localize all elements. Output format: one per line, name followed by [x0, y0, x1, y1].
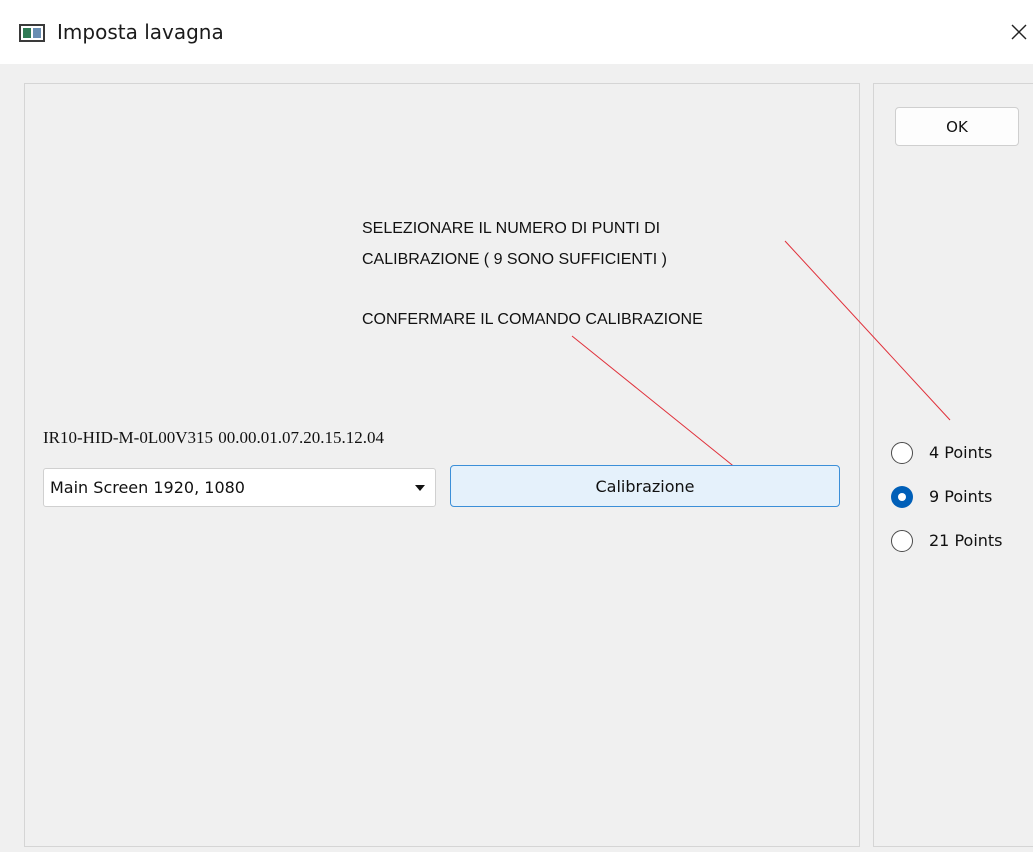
title-bar: Imposta lavagna: [0, 0, 1033, 64]
calibrate-button[interactable]: Calibrazione: [450, 465, 840, 507]
radio-off-icon: [891, 530, 913, 552]
close-button[interactable]: [1004, 14, 1033, 50]
screen-select-dropdown[interactable]: Main Screen 1920, 1080: [43, 468, 436, 507]
radio-label-9-points: 9 Points: [929, 487, 993, 506]
radio-label-4-points: 4 Points: [929, 443, 993, 462]
close-icon: [1011, 24, 1027, 40]
options-panel: [873, 83, 1033, 847]
radio-label-21-points: 21 Points: [929, 531, 1003, 550]
screen-select-value: Main Screen 1920, 1080: [50, 478, 245, 497]
annotation-confirm-command: CONFERMARE IL COMANDO CALIBRAZIONE: [362, 311, 703, 328]
annotation-select-points-line2: CALIBRAZIONE ( 9 SONO SUFFICIENTI ): [362, 251, 667, 268]
ok-button[interactable]: OK: [895, 107, 1019, 146]
dialog-window: Imposta lavagna OK SELEZIONARE IL NUMERO…: [0, 0, 1033, 852]
window-title: Imposta lavagna: [57, 20, 224, 44]
board-app-icon: [19, 24, 45, 42]
device-info-label: IR10-HID-M-0L00V315 00.00.01.07.20.15.12…: [43, 428, 384, 447]
annotation-select-points-line1: SELEZIONARE IL NUMERO DI PUNTI DI: [362, 220, 661, 237]
radio-selected-icon: [891, 486, 913, 508]
radio-off-icon: [891, 442, 913, 464]
chevron-down-icon: [415, 485, 425, 491]
